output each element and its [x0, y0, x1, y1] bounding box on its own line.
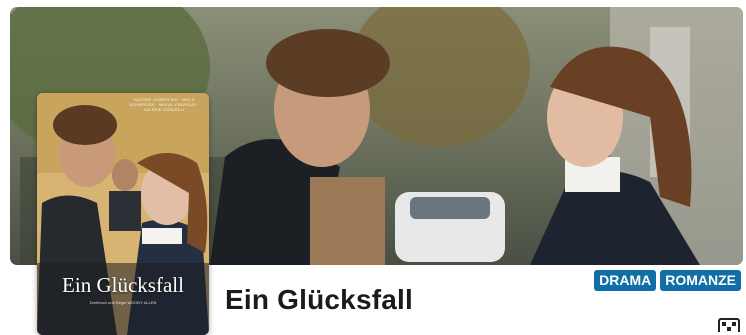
genre-tags: DRAMA ROMANZE [594, 270, 741, 291]
genre-tag-romanze[interactable]: ROMANZE [660, 270, 741, 291]
poster-artwork [37, 93, 209, 335]
poster-credits: VALÉRIE LEMERCIER · NIELS SCHNEIDER · ME… [129, 97, 199, 112]
poster-title: Ein Glücksfall [62, 273, 184, 297]
poster-subtitle: Drehbuch und Regie WOODY ALLEN [89, 300, 157, 305]
movie-poster[interactable]: VALÉRIE LEMERCIER · NIELS SCHNEIDER · ME… [37, 93, 209, 335]
genre-tag-drama[interactable]: DRAMA [594, 270, 657, 291]
movie-title: Ein Glücksfall [225, 284, 413, 315]
